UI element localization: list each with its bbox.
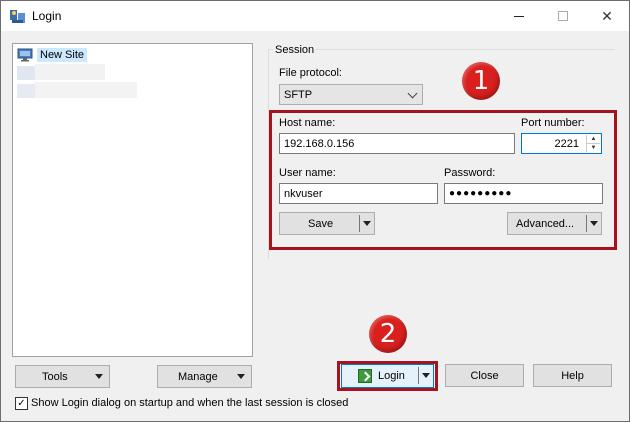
site-tree[interactable]: New Site <box>12 43 253 357</box>
minimize-icon <box>514 15 524 17</box>
file-protocol-label: File protocol: <box>279 67 342 79</box>
blurred-site-entry <box>35 64 105 80</box>
help-button-label: Help <box>561 369 584 382</box>
help-button[interactable]: Help <box>533 364 612 387</box>
annotation-highlight-box-1 <box>269 110 617 250</box>
title-bar: Login ✕ <box>1 1 629 31</box>
annotation-highlight-box-2 <box>337 361 438 391</box>
close-button-label: Close <box>470 369 499 382</box>
chevron-down-icon <box>407 88 418 99</box>
minimize-button[interactable] <box>497 1 541 31</box>
close-window-button[interactable]: ✕ <box>585 1 629 31</box>
show-login-checkbox[interactable]: ✓ <box>15 397 28 410</box>
maximize-button[interactable] <box>541 1 585 31</box>
annotation-badge-2: 2 <box>369 315 407 353</box>
blurred-site-entry <box>17 66 35 80</box>
window-title: Login <box>32 9 62 23</box>
annotation-badge-1: 1 <box>462 62 500 100</box>
tools-button-label: Tools <box>42 370 68 383</box>
monitor-icon <box>17 48 33 62</box>
blurred-site-entry <box>35 82 137 98</box>
winscp-app-icon <box>10 10 25 23</box>
manage-button-label: Manage <box>178 370 218 383</box>
checkmark-icon: ✓ <box>17 397 26 409</box>
close-icon: ✕ <box>601 7 613 24</box>
tree-item-label: New Site <box>37 48 88 62</box>
file-protocol-select[interactable]: SFTP <box>279 84 423 105</box>
login-window: Login ✕ New Site Session File protocol: … <box>0 0 630 422</box>
session-group-label: Session <box>273 44 317 56</box>
maximize-icon <box>558 11 568 21</box>
tools-button[interactable]: Tools <box>15 365 110 388</box>
show-login-checkbox-label[interactable]: Show Login dialog on startup and when th… <box>31 397 348 409</box>
manage-button[interactable]: Manage <box>157 365 252 388</box>
close-button[interactable]: Close <box>445 364 524 387</box>
blurred-site-entry <box>17 84 35 98</box>
file-protocol-value: SFTP <box>284 88 313 101</box>
tree-item-new-site[interactable]: New Site <box>17 47 88 63</box>
dropdown-arrow-icon <box>237 374 245 379</box>
dropdown-arrow-icon <box>95 374 103 379</box>
